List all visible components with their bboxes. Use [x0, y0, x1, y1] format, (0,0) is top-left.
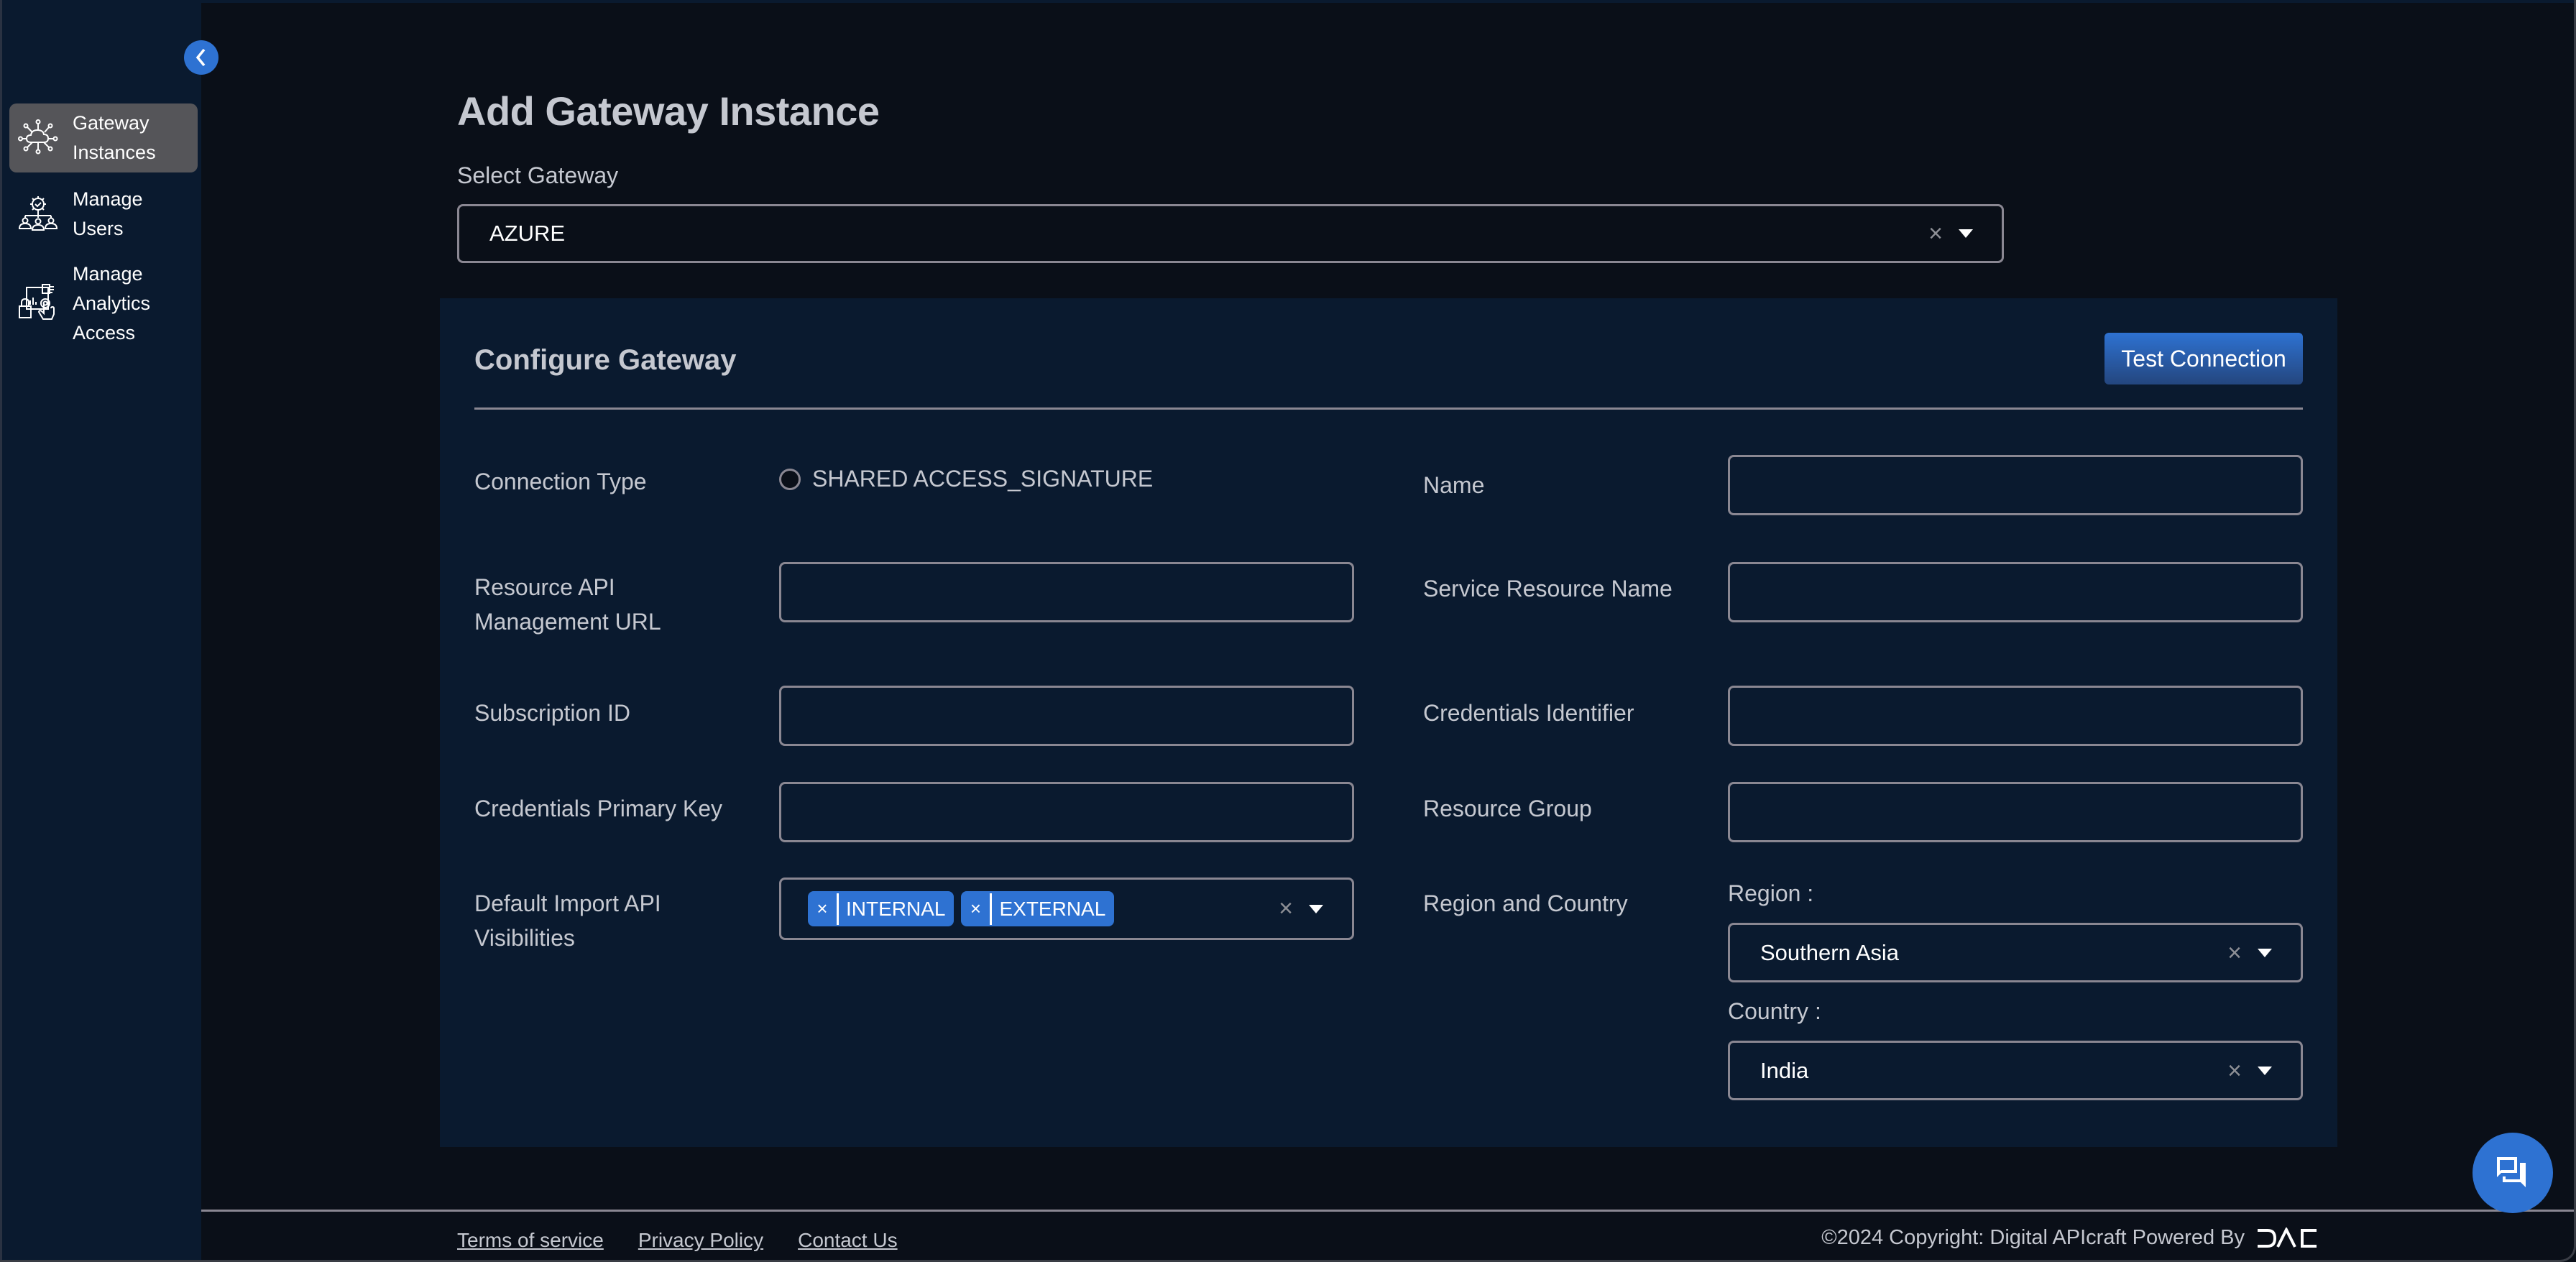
- credentials-identifier-input[interactable]: [1728, 686, 2303, 746]
- footer-divider: [201, 1210, 2574, 1212]
- tag-label: INTERNAL: [846, 897, 946, 920]
- sidebar-item-gateway-instances[interactable]: Gateway Instances: [9, 103, 198, 172]
- service-resource-name-input[interactable]: [1728, 562, 2303, 622]
- region-select-value: Southern Asia: [1760, 939, 1900, 965]
- caret-down-icon[interactable]: [1959, 229, 1973, 238]
- panel-title: Configure Gateway: [474, 344, 737, 376]
- default-import-visibilities-select[interactable]: × INTERNAL × EXTERNAL ×: [779, 878, 1354, 940]
- tag-external: × EXTERNAL: [961, 891, 1115, 926]
- service-resource-name-label: Service Resource Name: [1423, 576, 1673, 602]
- radio-button[interactable]: [779, 468, 801, 490]
- chat-button[interactable]: [2472, 1133, 2553, 1213]
- region-label: Region :: [1728, 880, 1814, 906]
- sidebar-item-label: Gateway Instances: [73, 112, 156, 163]
- clear-icon[interactable]: ×: [2227, 1059, 2242, 1083]
- contact-us-link[interactable]: Contact Us: [798, 1229, 898, 1252]
- dac-logo-icon: [2258, 1227, 2317, 1248]
- label-line: Resource API: [474, 574, 615, 600]
- subscription-id-input[interactable]: [779, 686, 1354, 746]
- analytics-access-icon: [19, 284, 55, 320]
- country-select[interactable]: India ×: [1728, 1041, 2303, 1100]
- country-label: Country :: [1728, 998, 1821, 1024]
- chevron-left-icon: [196, 48, 206, 67]
- name-input[interactable]: [1728, 455, 2303, 515]
- sidebar-item-manage-analytics-access[interactable]: Manage Analytics Access: [9, 259, 198, 348]
- terms-of-service-link[interactable]: Terms of service: [457, 1229, 604, 1252]
- connection-type-radio-shared-access-signature[interactable]: SHARED ACCESS_SIGNATURE: [779, 466, 1153, 492]
- subscription-id-label: Subscription ID: [474, 700, 630, 726]
- users-gear-icon: [18, 196, 58, 231]
- label-line: Visibilities: [474, 925, 575, 951]
- divider: [474, 407, 2303, 410]
- chat-bubbles-icon: [2497, 1157, 2526, 1187]
- region-select[interactable]: Southern Asia ×: [1728, 923, 2303, 982]
- label-line: Management URL: [474, 609, 661, 635]
- app-window: Gateway Instances Manage Users Manage An…: [0, 0, 2576, 1262]
- credentials-identifier-label: Credentials Identifier: [1423, 700, 1634, 726]
- select-gateway-label: Select Gateway: [457, 162, 619, 188]
- gateway-cloud-network-icon: [18, 119, 58, 155]
- page-title: Add Gateway Instance: [457, 88, 880, 134]
- sidebar-item-label: Manage Users: [73, 188, 143, 239]
- configure-gateway-panel: Configure Gateway Test Connection Connec…: [440, 298, 2337, 1147]
- label-line: Default Import API: [474, 890, 661, 916]
- footer-links: Terms of service Privacy Policy Contact …: [457, 1229, 898, 1252]
- clear-icon[interactable]: ×: [2227, 941, 2242, 965]
- credentials-primary-key-label: Credentials Primary Key: [474, 796, 722, 821]
- radio-label: SHARED ACCESS_SIGNATURE: [812, 466, 1154, 492]
- resource-api-url-label: Resource API Management URL: [474, 570, 661, 639]
- copyright: ©2024 Copyright: Digital APIcraft Powere…: [1821, 1226, 2318, 1250]
- caret-down-icon[interactable]: [1309, 904, 1323, 913]
- sidebar-item-label: Manage Analytics Access: [73, 262, 151, 344]
- resource-group-label: Resource Group: [1423, 796, 1592, 821]
- clear-icon[interactable]: ×: [1928, 221, 1943, 246]
- test-connection-button[interactable]: Test Connection: [2104, 333, 2303, 384]
- sidebar-collapse-button[interactable]: [184, 40, 218, 75]
- top-strip: [0, 0, 2574, 3]
- caret-down-icon[interactable]: [2258, 1066, 2272, 1075]
- sidebar: Gateway Instances Manage Users Manage An…: [0, 0, 201, 1260]
- remove-tag-icon[interactable]: ×: [961, 898, 990, 920]
- connection-type-label: Connection Type: [474, 469, 647, 494]
- clear-icon[interactable]: ×: [1279, 895, 1293, 923]
- sidebar-item-manage-users[interactable]: Manage Users: [9, 184, 198, 244]
- gateway-select[interactable]: AZURE ×: [457, 204, 2004, 263]
- name-label: Name: [1423, 472, 1485, 498]
- tag-label: EXTERNAL: [999, 897, 1106, 920]
- tag-internal: × INTERNAL: [808, 891, 954, 926]
- copyright-text: ©2024 Copyright: Digital APIcraft Powere…: [1821, 1226, 2245, 1249]
- remove-tag-icon[interactable]: ×: [808, 898, 837, 920]
- country-select-value: India: [1760, 1057, 1809, 1083]
- region-country-label: Region and Country: [1423, 890, 1628, 916]
- default-import-label: Default Import API Visibilities: [474, 886, 661, 955]
- resource-api-url-input[interactable]: [779, 562, 1354, 622]
- privacy-policy-link[interactable]: Privacy Policy: [638, 1229, 763, 1252]
- gateway-select-value: AZURE: [489, 221, 566, 246]
- caret-down-icon[interactable]: [2258, 948, 2272, 957]
- resource-group-input[interactable]: [1728, 782, 2303, 842]
- credentials-primary-key-input[interactable]: [779, 782, 1354, 842]
